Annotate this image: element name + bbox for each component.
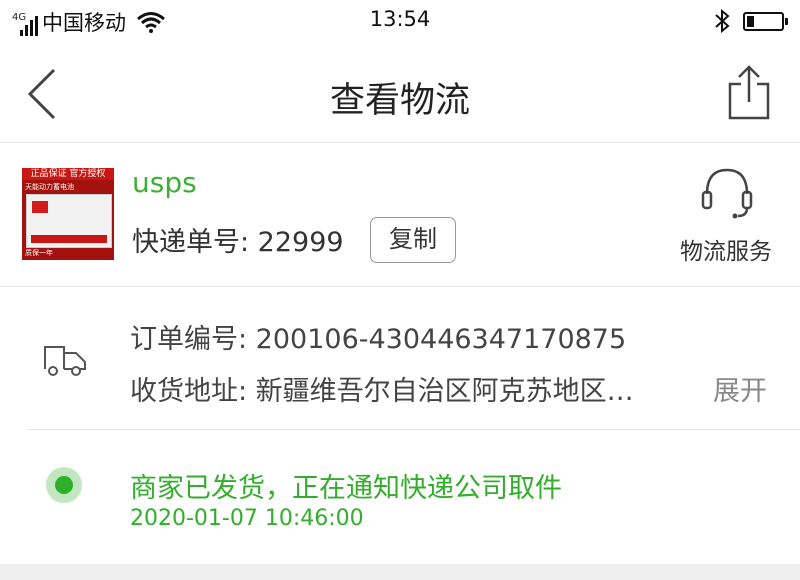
status-bar: 4G 中国移动 13:54 xyxy=(0,0,800,44)
product-thumbnail: 正品保证 官方授权 天能动力蓄电池 质保一年 xyxy=(22,168,114,260)
thumbnail-sub-text: 天能动力蓄电池 xyxy=(25,183,74,191)
battery-fill xyxy=(747,16,754,27)
express-info: 正品保证 官方授权 天能动力蓄电池 质保一年 usps 快递单号: 22999 … xyxy=(0,142,800,287)
status-time: 13:54 xyxy=(369,7,431,31)
shipping-address: 收货地址: 新疆维吾尔自治区阿克苏地区… xyxy=(130,376,634,407)
nav-bar: 查看物流 xyxy=(0,44,800,143)
copy-button[interactable]: 复制 xyxy=(370,217,456,263)
bottom-band xyxy=(0,564,800,580)
battery-product-image xyxy=(26,194,112,248)
logistics-service-label[interactable]: 物流服务 xyxy=(676,232,776,266)
timeline-event-time: 2020-01-07 10:46:00 xyxy=(130,506,364,531)
thumbnail-foot-text: 质保一年 xyxy=(25,249,53,257)
share-icon[interactable] xyxy=(726,64,772,122)
order-number: 订单编号: 200106-430446347170875 xyxy=(130,324,627,355)
section-divider xyxy=(28,429,800,430)
thumbnail-band-text: 正品保证 官方授权 xyxy=(22,168,114,180)
timeline-status-dot xyxy=(46,467,82,503)
battery-icon xyxy=(743,12,788,31)
tracking-number: 快递单号: 22999 xyxy=(132,227,344,258)
bluetooth-icon xyxy=(715,9,730,33)
timeline-event-text: 商家已发货，正在通知快递公司取件 xyxy=(130,473,562,504)
order-info: 订单编号: 200106-430446347170875 收货地址: 新疆维吾尔… xyxy=(0,287,800,429)
truck-icon xyxy=(44,346,86,376)
headset-icon[interactable] xyxy=(700,164,754,220)
expand-button[interactable]: 展开 xyxy=(713,369,767,408)
page-title: 查看物流 xyxy=(329,81,470,121)
express-carrier-name: usps xyxy=(132,166,197,199)
